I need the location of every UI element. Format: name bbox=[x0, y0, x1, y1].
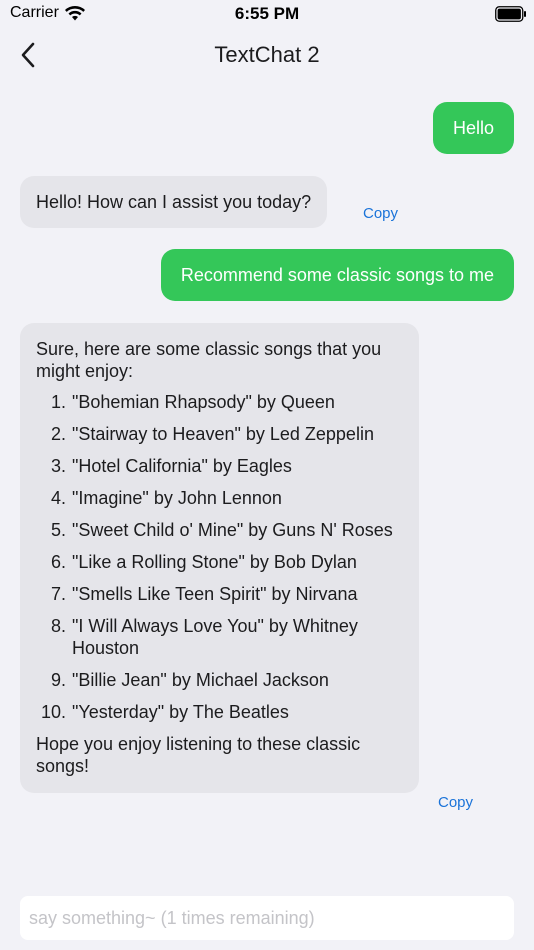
message-intro: Sure, here are some classic songs that y… bbox=[36, 339, 382, 381]
list-item: 5. "Sweet Child o' Mine" by Guns N' Roses bbox=[36, 519, 403, 541]
page-title: TextChat 2 bbox=[214, 42, 320, 67]
list-number: 4. bbox=[50, 488, 66, 508]
list-number: 6. bbox=[50, 552, 66, 572]
list-number: 1. bbox=[50, 392, 66, 412]
list-text: "Imagine" by John Lennon bbox=[72, 488, 282, 508]
list-text: "Bohemian Rhapsody" by Queen bbox=[72, 392, 335, 412]
list-item: 4. "Imagine" by John Lennon bbox=[36, 487, 403, 509]
list-text: "I Will Always Love You" by Whitney Hous… bbox=[72, 616, 358, 658]
list-number: 8. bbox=[50, 616, 66, 636]
list-item: 1. "Bohemian Rhapsody" by Queen bbox=[36, 391, 403, 413]
battery-icon bbox=[495, 6, 526, 22]
navigation-bar: TextChat 2 bbox=[0, 30, 534, 82]
list-number: 7. bbox=[50, 584, 66, 604]
user-message: Hello bbox=[432, 102, 514, 154]
list-item: 8. "I Will Always Love You" by Whitney Ho… bbox=[36, 615, 403, 659]
chat-screen: Carrier 6:55 PM TextChat 2 Hello Hello! … bbox=[0, 0, 534, 950]
list-text: "Like a Rolling Stone" by Bob Dylan bbox=[72, 552, 357, 572]
list-item: 9. "Billie Jean" by Michael Jackson bbox=[36, 669, 403, 691]
user-message: Recommend some classic songs to me bbox=[160, 249, 514, 301]
list-item: 10. "Yesterday" by The Beatles bbox=[36, 701, 403, 723]
list-item: 3. "Hotel California" by Eagles bbox=[36, 455, 403, 477]
assistant-message: Hello! How can I assist you today? bbox=[20, 176, 328, 228]
list-number: 2. bbox=[50, 424, 66, 444]
song-list: 1. "Bohemian Rhapsody" by Queen 2. "Stairw… bbox=[36, 391, 403, 723]
copy-button[interactable]: Copy bbox=[438, 794, 473, 811]
list-text: "Stairway to Heaven" by Led Zeppelin bbox=[72, 424, 374, 444]
copy-button[interactable]: Copy bbox=[363, 205, 398, 222]
status-bar: Carrier 6:55 PM bbox=[0, 0, 534, 30]
list-number: 10. bbox=[40, 702, 66, 722]
assistant-message: Sure, here are some classic songs that y… bbox=[20, 323, 419, 793]
status-time: 6:55 PM bbox=[234, 4, 300, 23]
list-text: "Sweet Child o' Mine" by Guns N' Roses bbox=[72, 520, 393, 540]
list-item: 7. "Smells Like Teen Spirit" by Nirvana bbox=[36, 583, 403, 605]
message-input[interactable] bbox=[20, 896, 514, 940]
list-number: 9. bbox=[50, 670, 66, 690]
list-text: "Hotel California" by Eagles bbox=[72, 456, 292, 476]
list-number: 5. bbox=[50, 520, 66, 540]
list-text: "Billie Jean" by Michael Jackson bbox=[72, 670, 329, 690]
message-outro: Hope you enjoy listening to these classi… bbox=[36, 734, 361, 776]
list-item: 6. "Like a Rolling Stone" by Bob Dylan bbox=[36, 551, 403, 573]
list-text: "Smells Like Teen Spirit" by Nirvana bbox=[72, 584, 358, 604]
list-text: "Yesterday" by The Beatles bbox=[72, 702, 289, 722]
list-number: 3. bbox=[50, 456, 66, 476]
list-item: 2. "Stairway to Heaven" by Led Zeppelin bbox=[36, 423, 403, 445]
